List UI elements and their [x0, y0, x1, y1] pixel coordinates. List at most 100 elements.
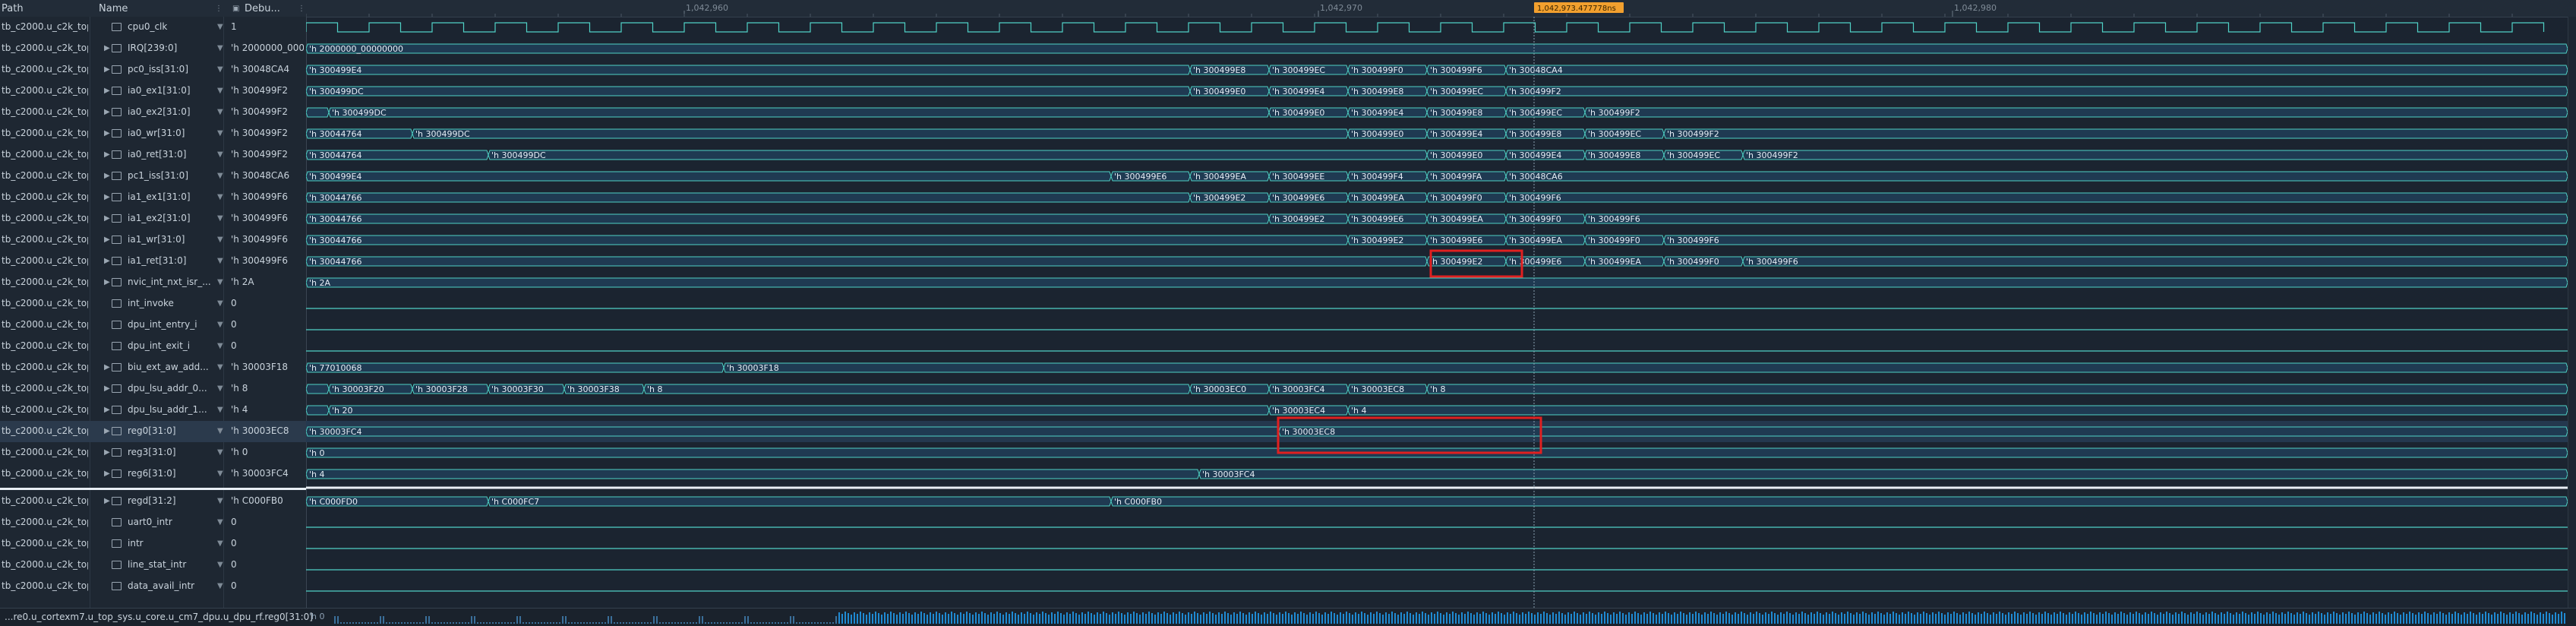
name-column-header[interactable]: Name [99, 3, 128, 14]
column-options-icon[interactable]: ⋮ [215, 5, 223, 13]
filter-icon[interactable]: ▼ [217, 278, 223, 286]
bus-segment[interactable]: 'h 30044766 [306, 256, 1428, 267]
bus-segment[interactable]: 'h 300499DC [488, 150, 1428, 160]
bus-segment[interactable]: 'h 300499E4 [1426, 128, 1507, 139]
filter-icon[interactable]: ▼ [217, 65, 223, 74]
bus-segment[interactable]: 'h 30003F20 [328, 384, 413, 394]
bus-segment[interactable] [306, 384, 330, 394]
expand-arrow-icon[interactable]: ▶ [104, 193, 112, 201]
filter-icon[interactable]: ▼ [217, 257, 223, 265]
filter-icon[interactable]: ▼ [217, 214, 223, 223]
expand-arrow-icon[interactable]: ▶ [104, 214, 112, 223]
bus-segment[interactable]: 'h 300499F2 [1663, 128, 2568, 139]
bus-segment[interactable]: 'h 300499EA [1584, 256, 1665, 267]
bus-segment[interactable]: 'h 300499E0 [1189, 86, 1270, 96]
expand-arrow-icon[interactable]: ▶ [104, 278, 112, 286]
bus-segment[interactable]: 'h 300499E2 [1268, 213, 1349, 224]
bus-segment[interactable]: 'h 300499E8 [1505, 128, 1586, 139]
bus-segment[interactable]: 'h 300499EA [1505, 235, 1586, 245]
filter-icon[interactable]: ▼ [217, 108, 223, 116]
bus-segment[interactable]: 'h 300499F0 [1584, 235, 1665, 245]
bus-segment[interactable]: 'h 30003EC4 [1268, 405, 1349, 416]
value-column-header[interactable]: Debu... [245, 3, 280, 14]
bus-segment[interactable]: 'h 300499F2 [1584, 107, 2568, 118]
expand-arrow-icon[interactable]: ▶ [104, 129, 112, 138]
bus-segment[interactable]: 'h 300499E6 [1268, 192, 1349, 203]
bus-segment[interactable]: 'h 30044766 [306, 235, 1349, 245]
bus-segment[interactable]: 'h 20 [328, 405, 1270, 416]
bus-segment[interactable]: 'h 300499E6 [1347, 213, 1428, 224]
vertical-scrollbar[interactable] [2568, 17, 2576, 608]
filter-icon[interactable]: ▼ [217, 427, 223, 435]
waveform-canvas[interactable]: 'h 2000000_00000000 'h 300499E4 'h 300499E… [306, 17, 2568, 608]
bus-segment[interactable]: 'h 30003F30 [488, 384, 565, 394]
bus-segment[interactable]: 'h 30044764 [306, 150, 489, 160]
timeline-ruler[interactable]: 1,042,960 1,042,970 1,042,980 1,042,973.477… [306, 0, 2568, 17]
bus-segment[interactable]: 'h 300499EE [1268, 171, 1349, 182]
filter-icon[interactable]: ▼ [217, 23, 223, 31]
bus-segment[interactable]: 'h 300499E4 [1347, 107, 1428, 118]
bus-segment[interactable]: 'h 300499E0 [1347, 128, 1428, 139]
bus-segment[interactable]: 'h 300499F6 [1663, 235, 2568, 245]
filter-icon[interactable]: ▼ [217, 582, 223, 590]
bus-segment[interactable]: 'h 300499FA [1426, 171, 1507, 182]
expand-arrow-icon[interactable]: ▶ [104, 150, 112, 159]
bus-segment[interactable]: 'h 300499E2 [1189, 192, 1270, 203]
bus-segment[interactable]: 'h 300499E8 [1347, 86, 1428, 96]
bus-segment[interactable]: 'h 300499F4 [1347, 171, 1428, 182]
bus-segment[interactable]: 'h C000FB0 [1110, 496, 2568, 507]
filter-icon[interactable]: ▼ [217, 44, 223, 52]
bus-segment[interactable]: 'h 300499F6 [1584, 213, 2568, 224]
bus-segment[interactable]: 'h 300499DC [306, 86, 1191, 96]
bus-segment[interactable]: 'h 300499E8 [1426, 107, 1507, 118]
expand-arrow-icon[interactable]: ▶ [104, 497, 112, 505]
filter-icon[interactable]: ▼ [217, 539, 223, 548]
filter-icon[interactable]: ▼ [217, 384, 223, 393]
filter-icon[interactable]: ▼ [217, 497, 223, 505]
filter-icon[interactable]: ▼ [217, 299, 223, 308]
bus-segment[interactable]: 'h 300499E0 [1426, 150, 1507, 160]
bus-segment[interactable]: 'h 300499F0 [1505, 213, 1586, 224]
filter-icon[interactable]: ▼ [217, 406, 223, 414]
filter-icon[interactable]: ▼ [217, 193, 223, 201]
bus-segment[interactable]: 'h 300499EC [1663, 150, 1744, 160]
expand-arrow-icon[interactable]: ▶ [104, 172, 112, 180]
bus-segment[interactable]: 'h 300499E4 [306, 171, 1112, 182]
bus-segment[interactable]: 'h 30044764 [306, 128, 413, 139]
bus-segment[interactable]: 'h 4 [1347, 405, 2568, 416]
bus-segment[interactable]: 'h 300499F6 [1505, 192, 2568, 203]
bus-segment[interactable]: 'h 30044766 [306, 213, 1270, 224]
bus-segment[interactable]: 'h 300499E8 [1189, 65, 1270, 75]
filter-icon[interactable]: ▼ [217, 448, 223, 457]
bus-segment[interactable]: 'h 300499F2 [1742, 150, 2568, 160]
expand-arrow-icon[interactable]: ▶ [104, 448, 112, 457]
bus-segment[interactable]: 'h 2A [306, 277, 2568, 288]
bus-segment[interactable]: 'h 300499E4 [306, 65, 1191, 75]
bus-segment[interactable]: 'h 300499EC [1268, 65, 1349, 75]
bus-segment[interactable]: 'h 30044766 [306, 192, 1191, 203]
filter-icon[interactable]: ▼ [217, 236, 223, 244]
value-column-options-icon[interactable]: ⋮ [298, 5, 305, 13]
expand-arrow-icon[interactable]: ▶ [104, 470, 112, 478]
bus-segment[interactable]: 'h 30048CA4 [1505, 65, 2568, 75]
bus-segment[interactable]: 'h 300499F2 [1505, 86, 2568, 96]
filter-icon[interactable]: ▼ [217, 363, 223, 371]
bus-segment[interactable]: 'h 300499F6 [1426, 65, 1507, 75]
bus-segment[interactable]: 'h 30003EC0 [1189, 384, 1270, 394]
expand-arrow-icon[interactable]: ▶ [104, 44, 112, 52]
bus-segment[interactable]: 'h 300499DC [328, 107, 1270, 118]
bus-segment[interactable]: 'h 4 [306, 469, 1200, 479]
bus-segment[interactable]: 'h 300499F0 [1663, 256, 1744, 267]
bus-segment[interactable]: 'h 30048CA6 [1505, 171, 2568, 182]
filter-icon[interactable]: ▼ [217, 172, 223, 180]
filter-icon[interactable]: ▼ [217, 518, 223, 526]
bus-segment[interactable]: 'h 300499F0 [1347, 65, 1428, 75]
bus-segment[interactable]: 'h 300499E0 [1268, 107, 1349, 118]
bus-segment[interactable]: 'h 30003F38 [564, 384, 645, 394]
bus-segment[interactable]: 'h 300499EC [1584, 128, 1665, 139]
expand-arrow-icon[interactable]: ▶ [104, 406, 112, 414]
bus-segment[interactable]: 'h 300499E2 [1426, 256, 1507, 267]
bus-segment[interactable]: 'h 30003EC8 [1278, 426, 2568, 437]
bus-segment[interactable]: 'h 300499E8 [1584, 150, 1665, 160]
bus-segment[interactable]: 'h 30003FC4 [1198, 469, 2568, 479]
